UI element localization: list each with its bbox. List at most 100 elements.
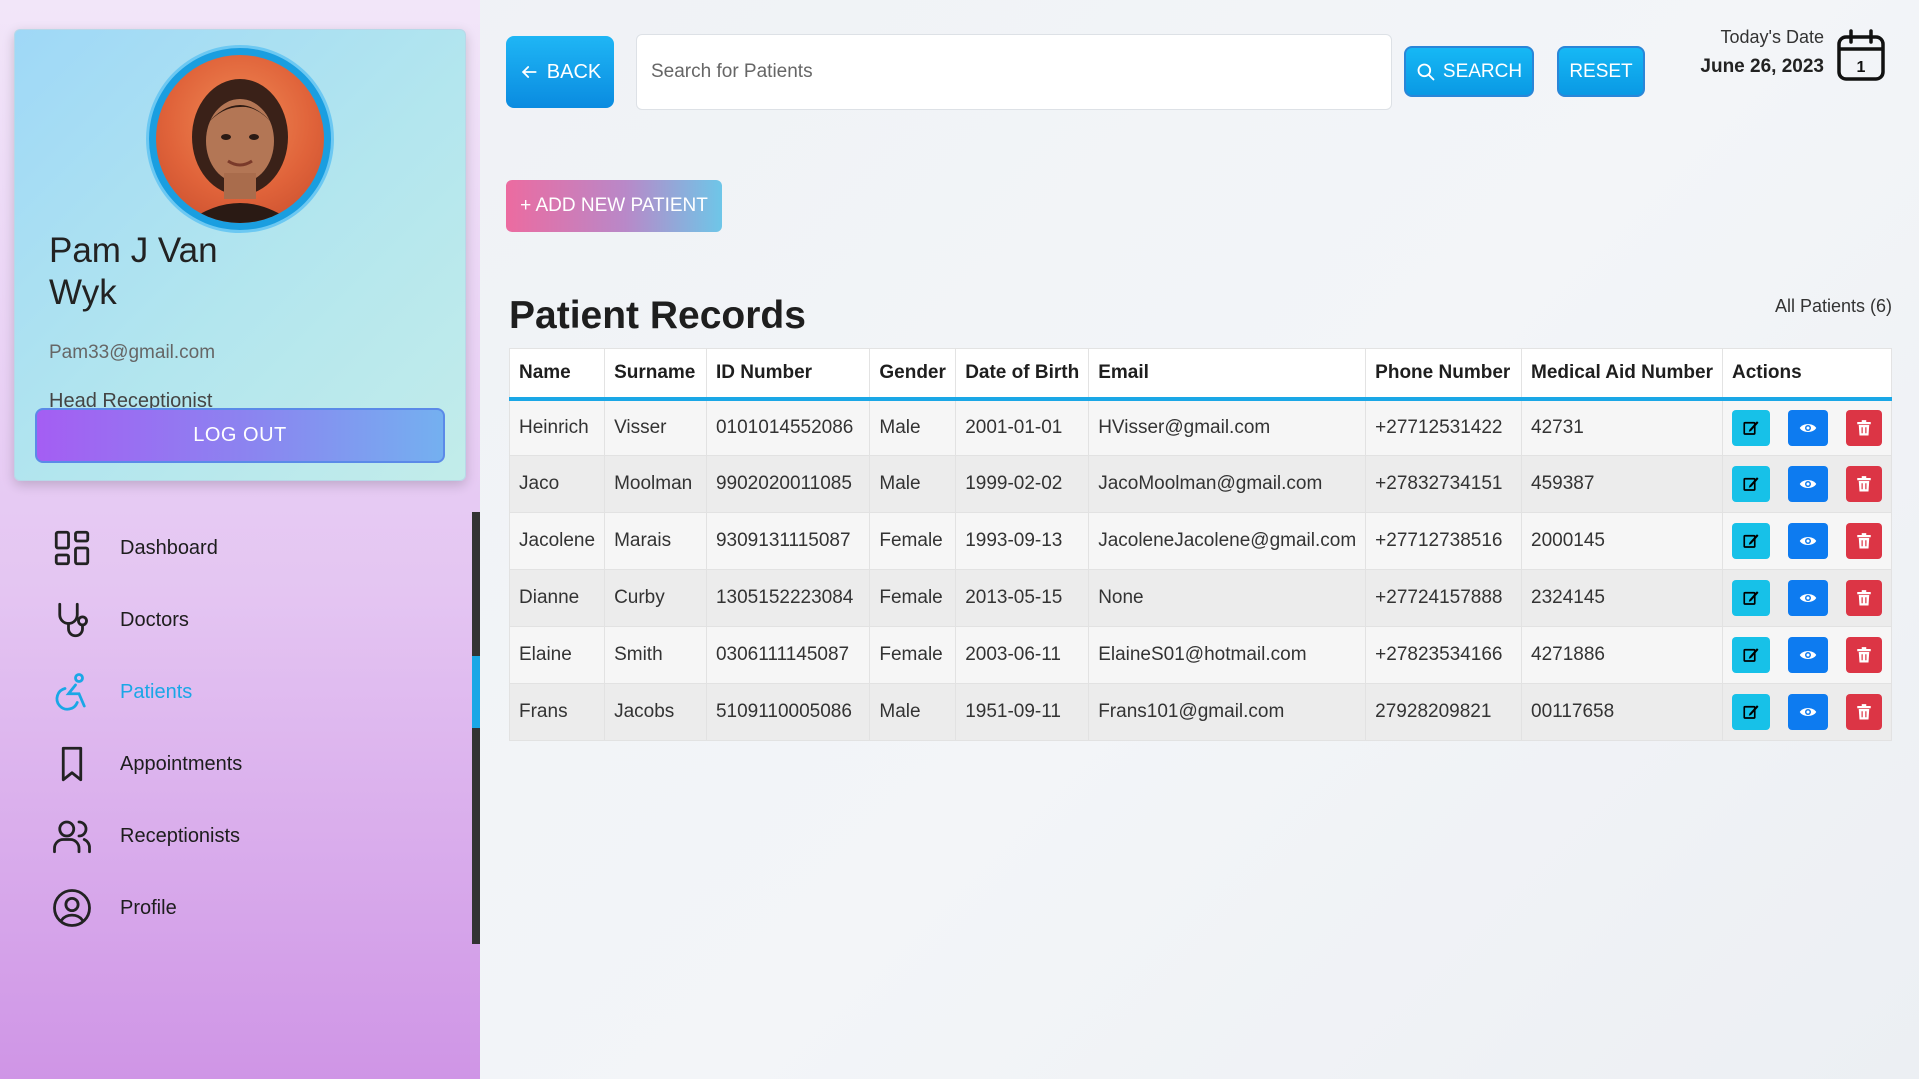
delete-patient-button[interactable] <box>1846 637 1882 673</box>
cell-dob: 1999-02-02 <box>955 455 1090 513</box>
cell-actions <box>1722 683 1892 741</box>
sidebar-item-appointments[interactable]: Appointments <box>0 728 480 800</box>
eye-icon <box>1799 537 1817 545</box>
view-patient-button[interactable] <box>1788 523 1828 559</box>
cell-phone: +27712738516 <box>1365 512 1523 570</box>
view-patient-button[interactable] <box>1788 580 1828 616</box>
table-header-row: Name Surname ID Number Gender Date of Bi… <box>508 348 1892 401</box>
cell-medical-aid: 2000145 <box>1521 512 1723 570</box>
view-patient-button[interactable] <box>1788 637 1828 673</box>
sidebar-item-receptionists[interactable]: Receptionists <box>0 800 480 872</box>
edit-icon <box>1743 421 1759 435</box>
edit-patient-button[interactable] <box>1732 580 1770 616</box>
trash-icon <box>1857 704 1871 720</box>
cell-dob: 1951-09-11 <box>955 683 1090 741</box>
cell-name: Heinrich <box>508 398 606 456</box>
sidebar-item-label: Dashboard <box>120 536 218 559</box>
cell-name: Elaine <box>508 626 606 684</box>
calendar-icon: 1 <box>1837 29 1885 81</box>
edit-patient-button[interactable] <box>1732 409 1770 446</box>
view-patient-button[interactable] <box>1788 466 1828 502</box>
sidebar-item-dashboard[interactable]: Dashboard <box>0 512 480 584</box>
sidebar-item-profile[interactable]: Profile <box>0 872 480 944</box>
delete-patient-button[interactable] <box>1846 694 1882 730</box>
column-header-surname: Surname <box>604 348 707 401</box>
sidebar-item-doctors[interactable]: Doctors <box>0 584 480 656</box>
cell-gender: Female <box>869 626 957 684</box>
trash-icon <box>1857 647 1871 663</box>
cell-id-number: 0306111145087 <box>705 626 871 684</box>
profile-name: Pam J Van Wyk <box>49 231 218 312</box>
edit-icon <box>1743 648 1759 662</box>
eye-icon <box>1799 708 1817 716</box>
avatar <box>149 48 331 230</box>
profile-card: Pam J Van Wyk Pam33@gmail.com Head Recep… <box>14 29 466 481</box>
cell-email: Frans101@gmail.com <box>1088 683 1367 741</box>
column-header-phone: Phone Number <box>1365 348 1523 401</box>
table-row: Dianne Curby 1305152223084 Female 2013-05-15… <box>508 569 1892 627</box>
cell-email: JacoMoolman@gmail.com <box>1088 455 1367 513</box>
sidebar-item-label: Appointments <box>120 752 243 775</box>
cell-medical-aid: 42731 <box>1521 398 1723 456</box>
cell-email: JacoleneJacolene@gmail.com <box>1088 512 1367 570</box>
view-patient-button[interactable] <box>1788 694 1828 730</box>
delete-patient-button[interactable] <box>1846 580 1882 616</box>
cell-id-number: 9902020011085 <box>705 455 871 513</box>
trash-icon <box>1857 533 1871 549</box>
reset-button[interactable]: RESET <box>1557 46 1645 97</box>
calendar-day: 1 <box>1857 59 1866 76</box>
column-header-dob: Date of Birth <box>955 348 1090 401</box>
edit-patient-button[interactable] <box>1732 637 1770 673</box>
cell-gender: Female <box>869 512 957 570</box>
edit-patient-button[interactable] <box>1732 694 1770 730</box>
cell-surname: Jacobs <box>604 683 707 741</box>
todays-date: Today's Date June 26, 2023 1 <box>1700 25 1900 85</box>
table-row: Frans Jacobs 5109110005086 Male 1951-09-11 Fr… <box>508 683 1892 741</box>
edit-patient-button[interactable] <box>1732 466 1770 502</box>
cell-email: None <box>1088 569 1367 627</box>
edit-icon <box>1743 705 1759 719</box>
trash-icon <box>1857 590 1871 606</box>
cell-id-number: 9309131115087 <box>705 512 871 570</box>
sidebar-item-label: Receptionists <box>120 824 241 847</box>
cell-medical-aid: 4271886 <box>1521 626 1723 684</box>
edit-icon <box>1743 534 1759 548</box>
sidebar-scrollbar[interactable] <box>472 512 480 944</box>
column-header-medical-aid: Medical Aid Number <box>1521 348 1723 401</box>
add-patient-button[interactable]: + ADD NEW PATIENT <box>506 180 722 232</box>
cell-actions <box>1722 398 1892 456</box>
delete-patient-button[interactable] <box>1846 523 1882 559</box>
sidebar-nav: Dashboard Doctors Patients Appointments … <box>0 512 480 944</box>
wheelchair-icon <box>48 668 96 716</box>
cell-phone: +27724157888 <box>1365 569 1523 627</box>
delete-patient-button[interactable] <box>1846 466 1882 502</box>
sidebar-item-patients[interactable]: Patients <box>0 656 480 728</box>
eye-icon <box>1799 423 1817 432</box>
view-patient-button[interactable] <box>1788 409 1828 446</box>
logout-button[interactable]: LOG OUT <box>35 408 445 463</box>
user-circle-icon <box>48 884 96 932</box>
cell-phone: +27823534166 <box>1365 626 1523 684</box>
cell-email: HVisser@gmail.com <box>1088 398 1367 456</box>
cell-id-number: 5109110005086 <box>705 683 871 741</box>
cell-phone: +27832734151 <box>1365 455 1523 513</box>
sidebar: Pam J Van Wyk Pam33@gmail.com Head Recep… <box>0 0 480 1079</box>
table-row: Elaine Smith 0306111145087 Female 2003-06-11… <box>508 626 1892 684</box>
cell-actions <box>1722 512 1892 570</box>
cell-name: Dianne <box>508 569 606 627</box>
cell-medical-aid: 459387 <box>1521 455 1723 513</box>
cell-actions <box>1722 455 1892 513</box>
cell-email: ElaineS01@hotmail.com <box>1088 626 1367 684</box>
cell-phone: 27928209821 <box>1365 683 1523 741</box>
sidebar-item-label: Patients <box>120 680 193 703</box>
back-button[interactable]: BACK <box>506 36 614 108</box>
cell-surname: Smith <box>604 626 707 684</box>
trash-icon <box>1857 419 1871 436</box>
delete-patient-button[interactable] <box>1846 409 1882 446</box>
search-button[interactable]: SEARCH <box>1404 46 1534 97</box>
search-input[interactable] <box>636 34 1392 110</box>
search-label: SEARCH <box>1442 60 1523 82</box>
edit-patient-button[interactable] <box>1732 523 1770 559</box>
stethoscope-icon <box>48 596 96 644</box>
cell-gender: Female <box>869 569 957 627</box>
